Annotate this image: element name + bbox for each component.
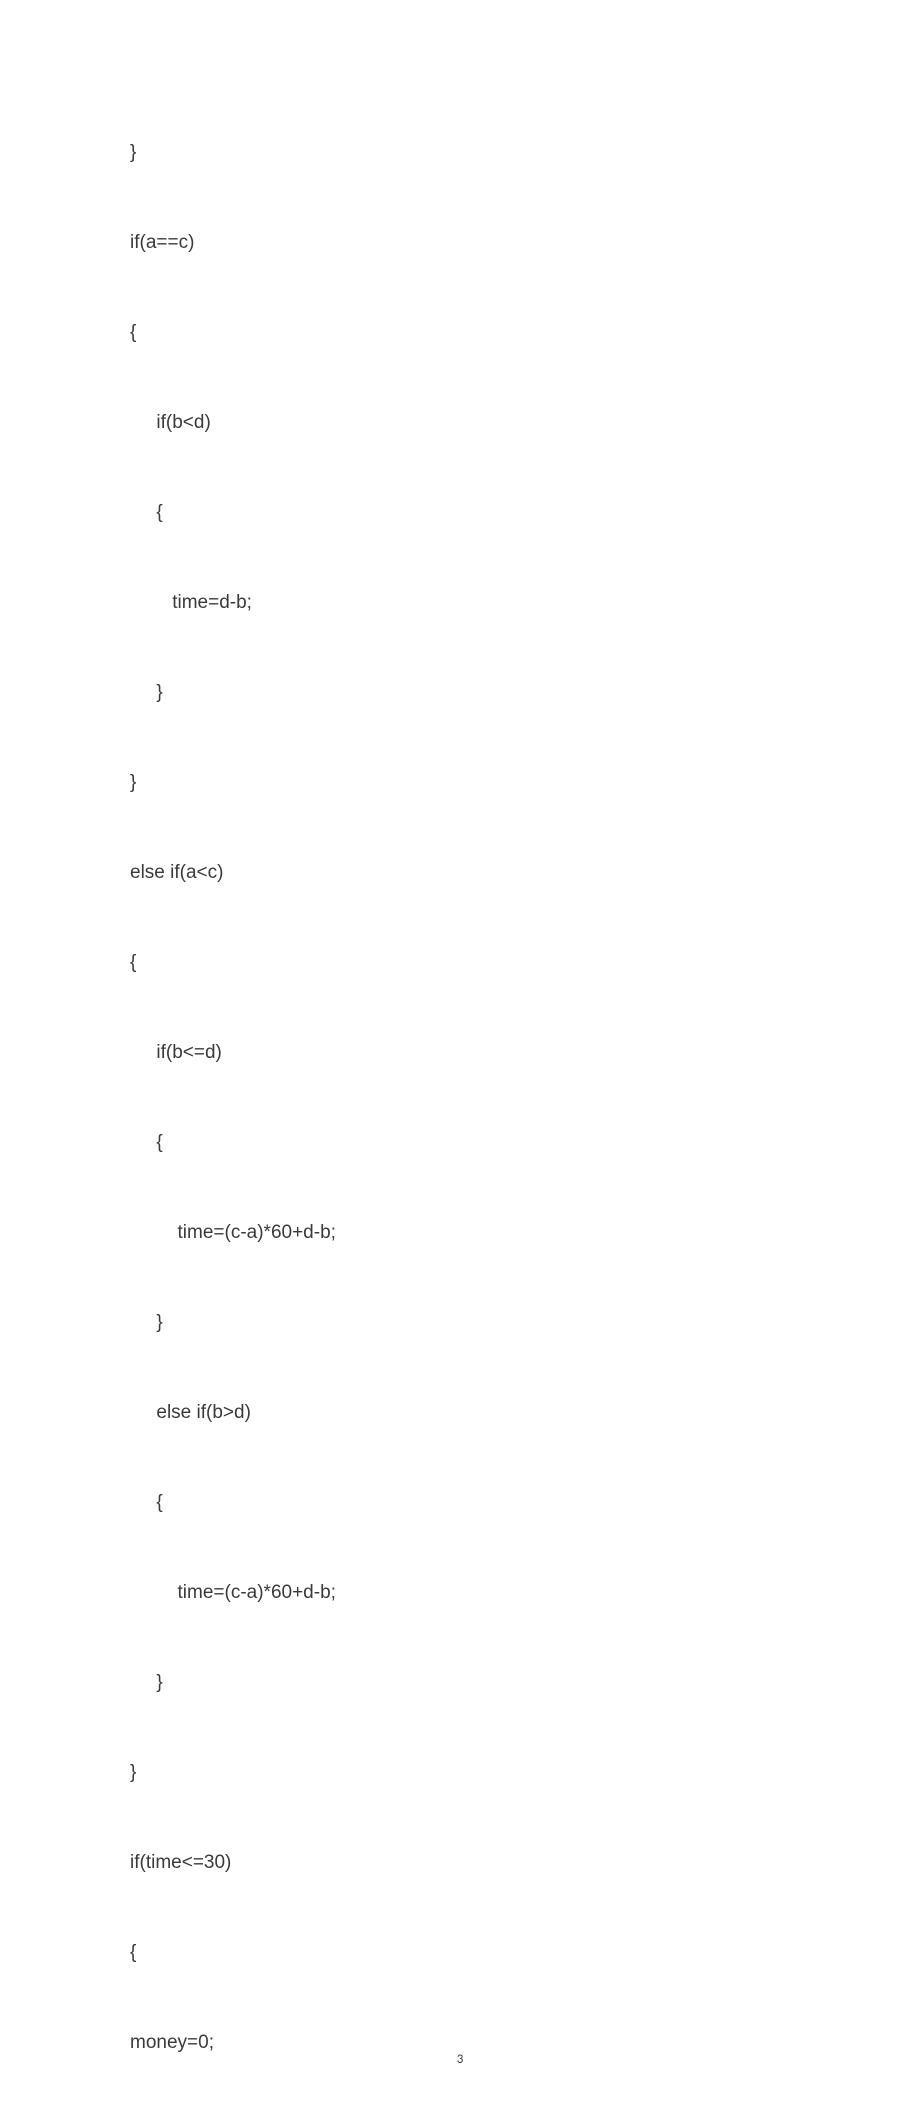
code-line: time=(c-a)*60+d-b; — [130, 1206, 800, 1258]
code-line: } — [130, 1746, 800, 1798]
document-page: } if(a==c) { if(b<d) { time=d-b; } } els… — [0, 0, 920, 2106]
code-text: } — [130, 683, 163, 702]
code-line: { — [130, 1476, 800, 1528]
code-line: } — [130, 1656, 800, 1708]
code-text: } — [130, 1673, 163, 1692]
code-text: { — [130, 1943, 136, 1962]
code-line: if(b<d) — [130, 396, 800, 448]
code-text: else if(a<c) — [130, 863, 223, 882]
code-text: } — [130, 1313, 163, 1332]
code-line: if(time<=30) — [130, 1836, 800, 1888]
page-number-text: 3 — [457, 2052, 464, 2067]
code-text: { — [130, 1493, 163, 1512]
page-number: 3 — [0, 2053, 920, 2066]
code-block: } if(a==c) { if(b<d) { time=d-b; } } els… — [130, 88, 800, 2106]
code-line: { — [130, 486, 800, 538]
code-text: } — [130, 1763, 136, 1782]
code-line: else if(b>d) — [130, 1386, 800, 1438]
code-text: if(a==c) — [130, 233, 194, 252]
code-text: money=0; — [130, 2033, 214, 2052]
code-line: else if(a<c) — [130, 846, 800, 898]
code-line: time=(c-a)*60+d-b; — [130, 1566, 800, 1618]
code-line: } — [130, 126, 800, 178]
code-line: { — [130, 1926, 800, 1978]
code-text: } — [130, 143, 136, 162]
code-text: if(b<=d) — [130, 1043, 222, 1062]
code-text: time=(c-a)*60+d-b; — [130, 1583, 336, 1602]
code-text: { — [130, 953, 136, 972]
code-line: if(b<=d) — [130, 1026, 800, 1078]
code-line: } — [130, 666, 800, 718]
code-line: } — [130, 1296, 800, 1348]
code-text: else if(b>d) — [130, 1403, 251, 1422]
code-text: { — [130, 323, 136, 342]
code-line: { — [130, 306, 800, 358]
code-line: { — [130, 936, 800, 988]
code-text: { — [130, 1133, 163, 1152]
code-text: { — [130, 503, 163, 522]
code-text: if(time<=30) — [130, 1853, 231, 1872]
code-line: if(a==c) — [130, 216, 800, 268]
code-text: if(b<d) — [130, 413, 211, 432]
code-line: { — [130, 1116, 800, 1168]
code-text: time=(c-a)*60+d-b; — [130, 1223, 336, 1242]
code-line: } — [130, 756, 800, 808]
code-text: time=d-b; — [130, 593, 252, 612]
code-text: } — [130, 773, 136, 792]
code-line: time=d-b; — [130, 576, 800, 628]
